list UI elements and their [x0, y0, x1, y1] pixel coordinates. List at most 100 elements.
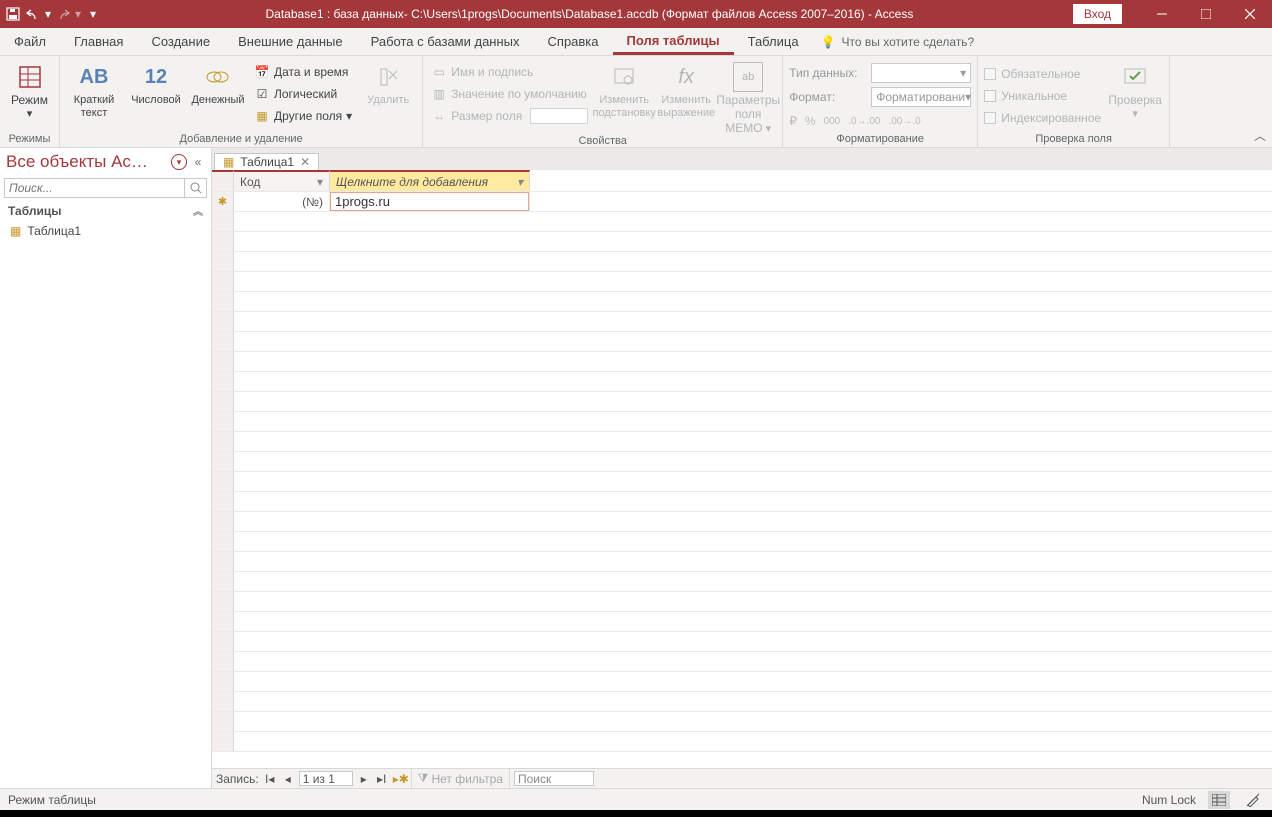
label-icon: ▭ — [431, 64, 447, 80]
comma-format-icon: 000 — [824, 116, 841, 127]
recnav-search[interactable]: Поиск — [514, 771, 594, 786]
validation-icon — [1120, 62, 1150, 92]
expr-label: Изменить выражение — [657, 94, 715, 119]
datasheet-view-btn[interactable] — [1208, 791, 1230, 809]
short-text-icon: AB — [79, 62, 109, 92]
datatype-combo: ▾ — [871, 63, 971, 83]
cell-add-editing[interactable] — [330, 192, 530, 211]
navigation-pane: Все объекты Ac… ▾ « Таблицы ︽ ▦ Таблица1 — [0, 148, 212, 788]
required-checkbox: Обязательное — [984, 64, 1101, 84]
indexed-checkbox: Индексированное — [984, 108, 1101, 128]
minimize-button[interactable] — [1140, 0, 1184, 28]
column-dropdown-icon[interactable]: ▾ — [317, 175, 323, 189]
add-column-dropdown-icon[interactable]: ▾ — [517, 175, 523, 189]
number-button[interactable]: 12 Числовой — [128, 58, 184, 107]
modify-lookup-button: Изменить подстановку — [596, 58, 652, 119]
recnav-position[interactable]: 1 из 1 — [299, 771, 353, 786]
currency-button[interactable]: Денежный — [190, 58, 246, 107]
calendar-icon: 📅 — [254, 64, 270, 80]
navpane-item-table1[interactable]: ▦ Таблица1 — [0, 221, 211, 241]
navpane-collapse-icon[interactable]: « — [191, 155, 205, 169]
short-text-button[interactable]: AB Краткий текст — [66, 58, 122, 119]
collapse-ribbon-icon[interactable]: ︿ — [1254, 127, 1266, 144]
more-fields-button[interactable]: ▦Другие поля ▾ — [252, 106, 354, 126]
undo-icon[interactable] — [24, 5, 42, 23]
taskbar-edge — [0, 810, 1272, 817]
recnav-label: Запись: — [216, 772, 259, 786]
tab-external[interactable]: Внешние данные — [224, 28, 357, 55]
recnav-filter: ⧩Нет фильтра — [411, 769, 510, 788]
tab-create[interactable]: Создание — [137, 28, 224, 55]
save-icon[interactable] — [4, 5, 22, 23]
cell-editor-input[interactable] — [330, 192, 529, 211]
status-numlock: Num Lock — [1142, 793, 1196, 807]
format-combo: Форматировани▾ — [871, 87, 971, 107]
view-button[interactable]: Режим▾ — [6, 58, 53, 120]
recnav-last-icon[interactable]: ▸I — [375, 772, 389, 786]
quick-access-toolbar: ▾ ▾ ▾ — [0, 5, 106, 23]
datatype-label: Тип данных: — [789, 66, 867, 80]
table-icon: ▦ — [254, 108, 270, 124]
cell-id[interactable]: (№) — [234, 192, 330, 211]
recnav-first-icon[interactable]: I◂ — [263, 772, 277, 786]
close-button[interactable] — [1228, 0, 1272, 28]
signin-button[interactable]: Вход — [1073, 4, 1122, 24]
close-tab-icon[interactable]: ✕ — [300, 155, 310, 169]
group-collapse-icon[interactable]: ︽ — [193, 203, 203, 218]
row-selector-new[interactable]: ✱ — [212, 192, 234, 211]
document-tab-table1[interactable]: ▦ Таблица1 ✕ — [214, 153, 319, 170]
undo-dropdown-icon[interactable]: ▾ — [44, 5, 52, 23]
group-views: Режим▾ Режимы — [0, 56, 60, 147]
fx-icon: fx — [671, 62, 701, 92]
ribbon-tabs: Файл Главная Создание Внешние данные Раб… — [0, 28, 1272, 56]
tell-me[interactable]: 💡 Что вы хотите сделать? — [813, 35, 983, 49]
document-tab-label: Таблица1 — [240, 155, 294, 169]
maximize-button[interactable] — [1184, 0, 1228, 28]
navpane-dropdown-icon[interactable]: ▾ — [171, 154, 187, 170]
navpane-header[interactable]: Все объекты Ac… ▾ « — [0, 148, 211, 176]
default-value-button: ▥Значение по умолчанию — [429, 84, 590, 104]
delete-label: Удалить — [367, 94, 409, 107]
short-text-label: Краткий текст — [66, 94, 122, 119]
column-header-id[interactable]: Код▾ — [234, 170, 330, 191]
search-icon[interactable] — [184, 179, 206, 197]
content-area: Все объекты Ac… ▾ « Таблицы ︽ ▦ Таблица1… — [0, 148, 1272, 788]
recnav-prev-icon[interactable]: ◂ — [281, 772, 295, 786]
redo-icon — [54, 5, 72, 23]
table-object-icon: ▦ — [10, 224, 21, 238]
navpane-search[interactable] — [4, 178, 207, 198]
lightbulb-icon: 💡 — [821, 35, 836, 49]
ribbon: Режим▾ Режимы AB Краткий текст 12 Числов… — [0, 56, 1272, 148]
qat-customize-icon[interactable]: ▾ — [84, 5, 102, 23]
currency-label: Денежный — [191, 94, 244, 107]
group-properties: ▭Имя и подпись ▥Значение по умолчанию ↔Р… — [423, 56, 783, 147]
yesno-button[interactable]: ☑Логический — [252, 84, 354, 104]
group-format-label: Форматирование — [789, 133, 971, 147]
increase-decimal-icon: .0→.00 — [848, 116, 880, 127]
group-add-remove: AB Краткий текст 12 Числовой Денежный 📅Д… — [60, 56, 423, 147]
validation-button: Проверка▾ — [1107, 58, 1163, 120]
design-view-btn[interactable] — [1242, 791, 1264, 809]
tab-home[interactable]: Главная — [60, 28, 137, 55]
recnav-new-icon[interactable]: ▸✱ — [393, 772, 407, 786]
column-header-add[interactable]: Щелкните для добавления▾ — [330, 170, 530, 191]
navpane-group-label: Таблицы — [8, 204, 61, 218]
datetime-button[interactable]: 📅Дата и время — [252, 62, 354, 82]
tab-help[interactable]: Справка — [534, 28, 613, 55]
decrease-decimal-icon: .00→.0 — [888, 116, 920, 127]
validation-label: Проверка▾ — [1108, 94, 1162, 120]
tab-fields[interactable]: Поля таблицы — [613, 28, 734, 55]
table-tab-icon: ▦ — [223, 155, 234, 169]
datasheet-grid[interactable]: Код▾ Щелкните для добавления▾ ✱ (№) — [212, 170, 1272, 768]
tab-file[interactable]: Файл — [0, 28, 60, 55]
navpane-title: Все объекты Ac… — [6, 152, 167, 172]
tab-dbtools[interactable]: Работа с базами данных — [357, 28, 534, 55]
memo-label: Параметры поля MEMO ▾ — [716, 94, 780, 135]
record-navigator: Запись: I◂ ◂ 1 из 1 ▸ ▸I ▸✱ ⧩Нет фильтра… — [212, 768, 1272, 788]
navpane-group-tables[interactable]: Таблицы ︽ — [0, 200, 211, 221]
navpane-search-input[interactable] — [5, 179, 184, 197]
window-controls: Вход — [1073, 0, 1272, 28]
tab-table[interactable]: Таблица — [734, 28, 813, 55]
select-all-cell[interactable] — [212, 170, 234, 191]
recnav-next-icon[interactable]: ▸ — [357, 772, 371, 786]
